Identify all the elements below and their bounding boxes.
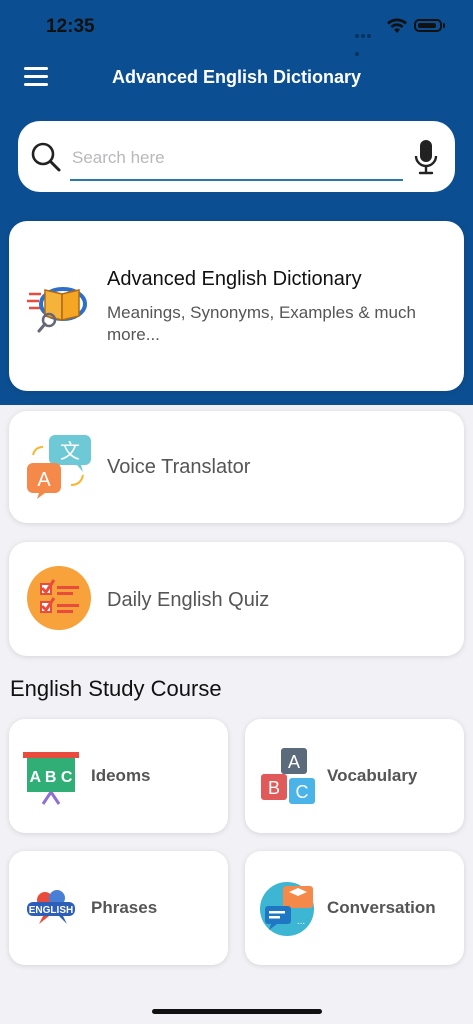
battery-cap [443,23,445,28]
svg-text:C: C [296,782,309,802]
signal-icon [355,25,377,56]
svg-text:A: A [37,469,51,491]
svg-text:B: B [268,778,280,798]
daily-quiz-label: Daily English Quiz [107,589,270,611]
svg-text:A: A [288,752,300,772]
svg-text:文: 文 [60,440,80,463]
dictionary-card-title: Advanced English Dictionary [107,268,362,290]
dictionary-book-icon [27,287,87,333]
dictionary-card[interactable]: Advanced English Dictionary Meanings, Sy… [9,221,464,391]
abc-board-icon: A B C [23,752,79,805]
quiz-checklist-icon [27,566,91,630]
ideoms-label: Ideoms [91,766,151,785]
phrases-label: Phrases [91,898,158,917]
chat-screens-icon: ... [260,882,314,936]
daily-quiz-card[interactable]: Daily English Quiz [9,542,464,656]
phrases-tile[interactable]: ENGLISH Phrases [9,851,228,965]
translate-bubbles-icon: 文 A [27,435,91,499]
home-indicator[interactable] [152,1009,322,1014]
vocabulary-tile[interactable]: A B C Vocabulary [245,719,464,833]
svg-text:A B C: A B C [30,769,73,786]
conversation-label: Conversation [327,898,436,917]
search-input[interactable] [70,141,403,181]
status-time: 12:35 [46,16,95,37]
microphone-icon[interactable] [414,139,438,175]
voice-translator-card[interactable]: 文 A Voice Translator [9,411,464,523]
voice-translator-label: Voice Translator [107,456,251,478]
svg-text:ENGLISH: ENGLISH [29,905,73,916]
app-title: Advanced English Dictionary [111,67,362,87]
ideoms-tile[interactable]: A B C Ideoms [9,719,228,833]
english-bubble-icon: ENGLISH [27,890,75,924]
battery-icon [414,19,442,32]
search-bar [18,121,455,192]
svg-text:...: ... [297,916,305,927]
wifi-icon [387,18,407,33]
abc-blocks-icon: A B C [261,748,315,804]
study-course-title: English Study Course [10,676,222,701]
dictionary-card-subtitle: Meanings, Synonyms, Examples & much more… [107,303,416,344]
conversation-tile[interactable]: ... Conversation [245,851,464,965]
vocabulary-label: Vocabulary [327,766,418,785]
search-icon[interactable] [30,141,62,173]
